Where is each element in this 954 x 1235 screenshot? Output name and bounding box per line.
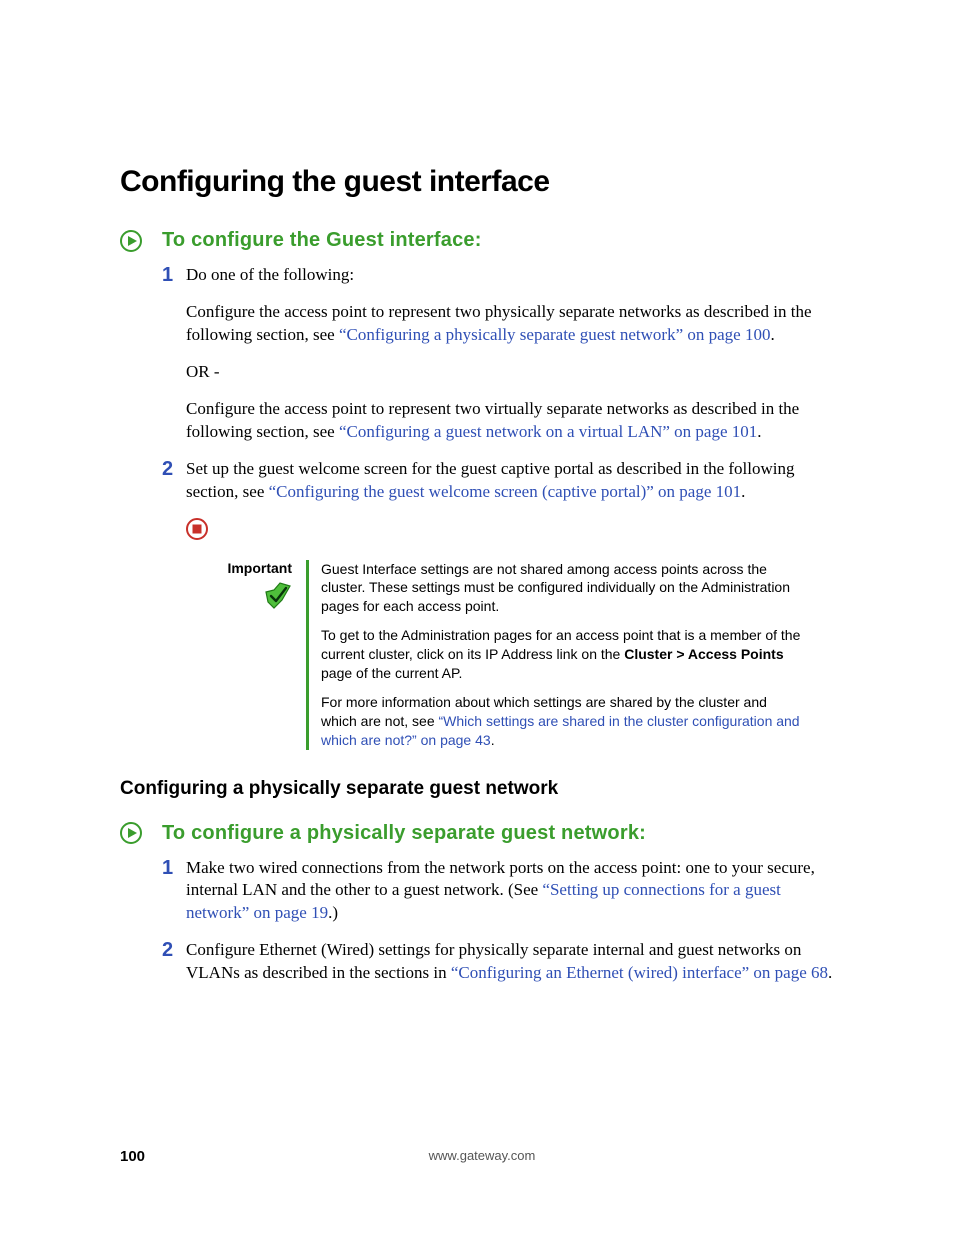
cross-reference-link[interactable]: “Configuring a physically separate guest… — [339, 325, 770, 344]
step-text: Configure the access point to represent … — [186, 301, 844, 347]
step-text: Make two wired connections from the netw… — [186, 857, 844, 926]
page-footer: 100 www.gateway.com — [120, 1148, 844, 1165]
footer-url: www.gateway.com — [120, 1148, 844, 1163]
stop-icon — [186, 518, 208, 540]
step-item: 1 Do one of the following: Configure the… — [162, 264, 844, 444]
text-run: page of the current AP. — [321, 665, 462, 681]
text-run: . — [828, 963, 832, 982]
step-item: 1 Make two wired connections from the ne… — [162, 857, 844, 926]
cross-reference-link[interactable]: “Configuring an Ethernet (wired) interfa… — [451, 963, 828, 982]
play-icon — [120, 822, 142, 844]
procedure-heading: To configure the Guest interface: — [162, 229, 482, 252]
text-run: . — [491, 732, 495, 748]
text-bold: Cluster > Access Points — [624, 646, 783, 662]
step-number: 2 — [162, 937, 173, 964]
text-run: . — [770, 325, 774, 344]
text-run: . — [741, 482, 745, 501]
step-text: OR - — [186, 361, 844, 384]
play-icon — [120, 230, 142, 252]
step-number: 1 — [162, 262, 173, 289]
step-text: Set up the guest welcome screen for the … — [186, 458, 844, 504]
step-number: 1 — [162, 855, 173, 882]
step-text: Configure Ethernet (Wired) settings for … — [186, 939, 844, 985]
cross-reference-link[interactable]: “Configuring a guest network on a virtua… — [339, 422, 757, 441]
step-text: Configure the access point to represent … — [186, 398, 844, 444]
checkmark-icon — [264, 582, 292, 610]
text-run: .) — [328, 903, 338, 922]
step-item: 2 Configure Ethernet (Wired) settings fo… — [162, 939, 844, 985]
note-paragraph: To get to the Administration pages for a… — [321, 626, 806, 683]
text-run: . — [757, 422, 761, 441]
step-item: 2 Set up the guest welcome screen for th… — [162, 458, 844, 504]
section-heading: Configuring a physically separate guest … — [120, 778, 844, 800]
procedure-heading: To configure a physically separate guest… — [162, 822, 646, 845]
cross-reference-link[interactable]: “Configuring the guest welcome screen (c… — [269, 482, 742, 501]
note-paragraph: Guest Interface settings are not shared … — [321, 560, 806, 617]
page-title: Configuring the guest interface — [120, 165, 844, 199]
important-note: Important Guest Interface settings are n… — [186, 560, 806, 750]
step-text: Do one of the following: — [186, 264, 844, 287]
step-number: 2 — [162, 456, 173, 483]
note-label: Important — [186, 560, 292, 576]
note-paragraph: For more information about which setting… — [321, 693, 806, 750]
